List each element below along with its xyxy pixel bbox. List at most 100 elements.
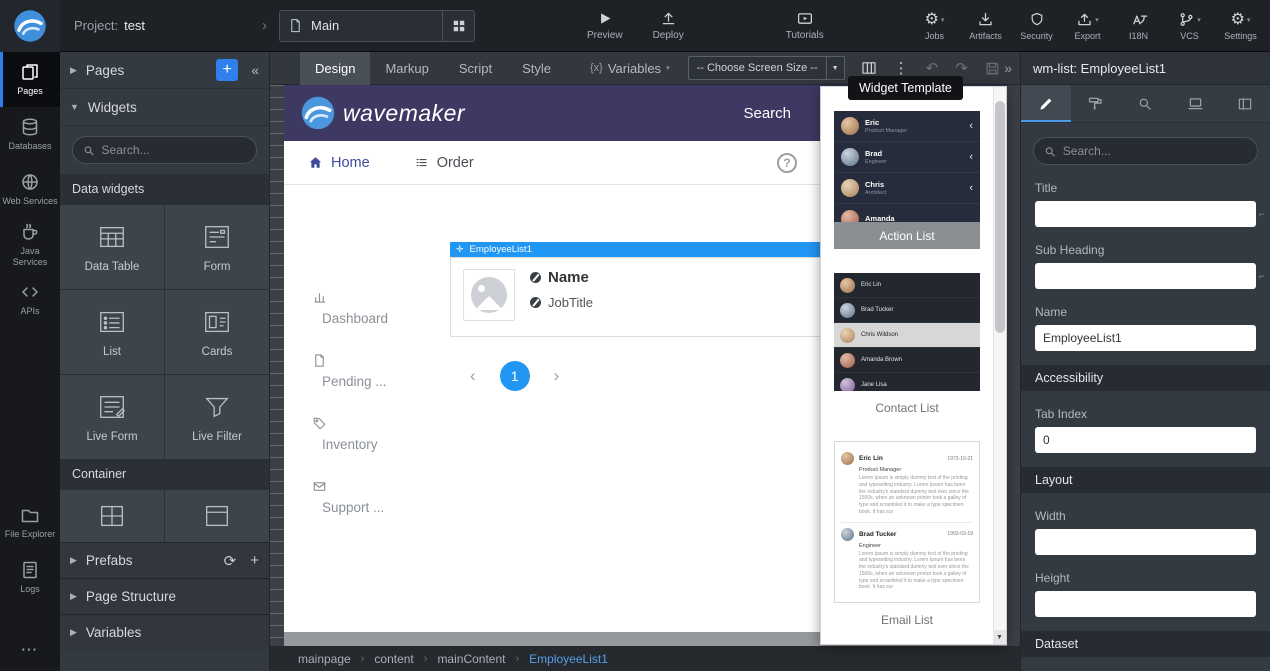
- rail-item-java-services[interactable]: Java Services: [0, 217, 60, 272]
- tabindex-field[interactable]: [1035, 427, 1256, 453]
- more-options-icon[interactable]: ⋯: [0, 629, 60, 671]
- deploy-button[interactable]: Deploy: [653, 10, 684, 41]
- tab-more[interactable]: [1220, 85, 1270, 122]
- collapse-panel-icon[interactable]: «: [251, 62, 259, 78]
- sidenav-inventory[interactable]: Inventory: [312, 416, 388, 452]
- subheading-field[interactable]: [1035, 263, 1256, 289]
- tab-script[interactable]: Script: [444, 52, 507, 85]
- avatar: [841, 452, 854, 465]
- sidenav-pending[interactable]: Pending ...: [312, 353, 388, 389]
- tab-styles[interactable]: [1071, 85, 1121, 122]
- page-selector-value: Main: [311, 18, 339, 33]
- pagination-next-icon[interactable]: ›: [554, 366, 560, 386]
- artifacts-button[interactable]: Artifacts: [962, 11, 1009, 41]
- pages-section-toggle[interactable]: ▶ Pages + «: [60, 52, 269, 89]
- image-placeholder-icon: [471, 277, 507, 313]
- binding-icon: [530, 272, 541, 283]
- canvas-layout-icon[interactable]: [861, 60, 877, 76]
- expand-right-panel-icon[interactable]: »: [1004, 60, 1012, 76]
- tutorials-label: Tutorials: [786, 30, 824, 41]
- title-field[interactable]: [1035, 201, 1256, 227]
- rail-item-databases[interactable]: Databases: [0, 107, 60, 162]
- properties-search-input[interactable]: [1063, 144, 1247, 158]
- popup-scrollbar[interactable]: ▼: [993, 87, 1006, 644]
- widget-live-form[interactable]: Live Form: [60, 375, 164, 459]
- breadcrumb-maincontent[interactable]: mainContent: [437, 652, 505, 666]
- properties-panel: wm-list: EmployeeList1: [1020, 52, 1270, 671]
- bind-property-icon[interactable]: ⌐: [1259, 271, 1266, 281]
- save-icon[interactable]: [985, 61, 1000, 76]
- width-field[interactable]: [1035, 529, 1256, 555]
- rail-item-web-services[interactable]: Web Services: [0, 162, 60, 217]
- item-name-field[interactable]: Name: [548, 269, 589, 286]
- template-action-list[interactable]: EricProduct Manager ‹ BradEngineer ‹ Chr…: [834, 111, 980, 249]
- sidenav-dashboard[interactable]: Dashboard: [312, 290, 388, 326]
- jobs-button[interactable]: ⚙▾ Jobs: [911, 11, 958, 41]
- variables-dropdown[interactable]: {x} Variables ▾: [590, 61, 670, 76]
- vcs-button[interactable]: ▾ VCS: [1166, 11, 1213, 41]
- rail-item-file-explorer[interactable]: File Explorer: [0, 495, 60, 550]
- tab-design[interactable]: Design: [300, 52, 370, 85]
- rail-item-logs[interactable]: Logs: [0, 550, 60, 605]
- wavemaker-logo[interactable]: [0, 0, 60, 52]
- i18n-button[interactable]: I18N: [1115, 11, 1162, 41]
- tab-style[interactable]: Style: [507, 52, 566, 85]
- avatar: [841, 528, 854, 541]
- variables-section-toggle[interactable]: ▶ Variables: [60, 614, 269, 650]
- widget-live-filter[interactable]: Live Filter: [165, 375, 269, 459]
- preview-button[interactable]: Preview: [587, 10, 623, 41]
- layout-section-header[interactable]: Layout: [1021, 467, 1270, 493]
- settings-button[interactable]: ⚙▾ Settings: [1217, 11, 1264, 41]
- rail-label: Logs: [20, 584, 40, 594]
- template-contact-list[interactable]: Eric Lin Brad Tucker Chris Wildson Amand…: [834, 273, 980, 391]
- tab-search-properties[interactable]: [1121, 85, 1171, 122]
- rail-item-apis[interactable]: APIs: [0, 272, 60, 327]
- grid-view-icon[interactable]: [442, 11, 474, 41]
- add-page-button[interactable]: +: [216, 59, 238, 81]
- widget-cards[interactable]: Cards: [165, 290, 269, 374]
- page-structure-section-toggle[interactable]: ▶ Page Structure: [60, 578, 269, 614]
- rail-item-pages[interactable]: Pages: [0, 52, 60, 107]
- prefabs-section-toggle[interactable]: ▶ Prefabs ⟳ +: [60, 542, 269, 578]
- widget-grid-layout[interactable]: [60, 490, 164, 542]
- page-selector[interactable]: Main: [279, 10, 475, 42]
- tutorials-button[interactable]: Tutorials: [786, 10, 824, 41]
- pagination-prev-icon[interactable]: ‹: [470, 366, 476, 386]
- dataset-section-header[interactable]: Dataset: [1021, 631, 1270, 657]
- widget-data-table[interactable]: Data Table: [60, 205, 164, 289]
- help-icon[interactable]: ?: [777, 153, 797, 173]
- sidenav-support[interactable]: Support ...: [312, 479, 388, 515]
- pencil-icon: [1038, 96, 1054, 112]
- widgets-section-toggle[interactable]: ▼ Widgets: [60, 89, 269, 126]
- name-field[interactable]: [1035, 325, 1256, 351]
- widget-layout[interactable]: [165, 490, 269, 542]
- nav-link-order[interactable]: Order: [414, 155, 474, 171]
- breadcrumb-employeelist1[interactable]: EmployeeList1: [529, 652, 608, 666]
- pagination-page-1[interactable]: 1: [500, 361, 530, 391]
- page-brand[interactable]: wavemaker: [300, 95, 465, 131]
- bind-property-icon[interactable]: ⌐: [1259, 209, 1266, 219]
- scrollbar-thumb[interactable]: [995, 101, 1005, 333]
- avatar: [840, 303, 855, 318]
- template-email-list[interactable]: Eric Lin 1973-10-21 Product Manager Lore…: [834, 441, 980, 603]
- magnifier-icon: [1137, 96, 1153, 112]
- widget-list[interactable]: List: [60, 290, 164, 374]
- tab-device[interactable]: [1170, 85, 1220, 122]
- export-button[interactable]: ▾ Export: [1064, 11, 1111, 41]
- navbar-search-link[interactable]: Search: [743, 105, 791, 122]
- nav-link-home[interactable]: Home: [308, 155, 370, 171]
- breadcrumb-content[interactable]: content: [374, 652, 413, 666]
- chevron-right-icon[interactable]: ›: [262, 17, 267, 34]
- item-jobtitle-field[interactable]: JobTitle: [548, 295, 593, 310]
- accessibility-section-header[interactable]: Accessibility: [1021, 365, 1270, 391]
- tab-properties[interactable]: [1021, 85, 1071, 122]
- widget-search-input[interactable]: [102, 143, 246, 157]
- breadcrumb-mainpage[interactable]: mainpage: [298, 652, 351, 666]
- security-button[interactable]: Security: [1013, 11, 1060, 41]
- tab-markup[interactable]: Markup: [370, 52, 443, 85]
- widget-form[interactable]: Form: [165, 205, 269, 289]
- height-field[interactable]: [1035, 591, 1256, 617]
- add-prefab-icon[interactable]: +: [250, 552, 259, 570]
- scroll-down-icon[interactable]: ▼: [993, 630, 1006, 644]
- refresh-icon[interactable]: ⟳: [224, 552, 237, 570]
